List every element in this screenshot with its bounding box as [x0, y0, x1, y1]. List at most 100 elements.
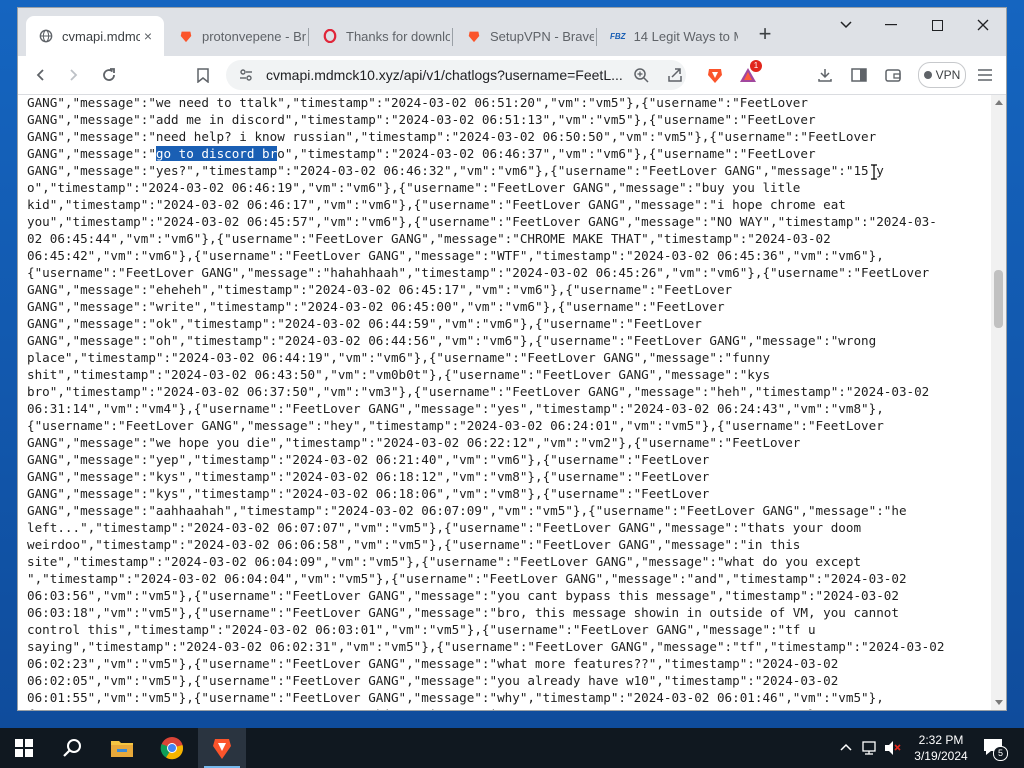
menu-icon[interactable]: [972, 63, 998, 87]
reload-button[interactable]: [96, 63, 122, 87]
json-line[interactable]: 06:01:55","vm":"vm5"},{"username":"FeetL…: [27, 690, 884, 705]
vpn-status-dot-icon: [923, 71, 932, 79]
show-hidden-icons-chevron-icon[interactable]: [840, 740, 852, 754]
search-icon[interactable]: [48, 728, 96, 768]
vpn-label: VPN: [935, 68, 961, 82]
taskbar-clock[interactable]: 2:32 PM 3/19/2024: [906, 732, 976, 764]
json-line[interactable]: 02 06:45:44","vm":"vm6"},{"username":"Fe…: [27, 231, 831, 246]
brave-shields-icon[interactable]: [702, 63, 728, 87]
json-line[interactable]: kid","timestamp":"2024-03-02 06:46:17","…: [27, 197, 846, 212]
json-line[interactable]: you","timestamp":"2024-03-02 06:45:57","…: [27, 214, 937, 229]
brave-lion-icon: [178, 28, 194, 44]
brave-taskbar-icon[interactable]: [198, 728, 246, 768]
url-text[interactable]: cvmapi.mdmck10.xyz/api/v1/chatlogs?usern…: [266, 67, 623, 83]
json-line[interactable]: saying","timestamp":"2024-03-02 06:02:31…: [27, 639, 944, 654]
vpn-button[interactable]: VPN: [918, 62, 966, 88]
globe-icon: [38, 28, 54, 44]
clock-time: 2:32 PM: [918, 733, 964, 747]
json-line[interactable]: GANG","message":"we hope you die","times…: [27, 435, 800, 450]
notifications-icon[interactable]: 5: [982, 736, 1008, 761]
json-line[interactable]: GANG","message":"eheheh","timestamp":"20…: [27, 282, 732, 297]
json-line[interactable]: 06:02:23","vm":"vm5"},{"username":"FeetL…: [27, 656, 838, 671]
zoom-icon[interactable]: [628, 63, 654, 87]
json-line[interactable]: GANG","message":"yes?","timestamp":"2024…: [27, 163, 884, 178]
rewards-badge: 1: [750, 60, 762, 72]
tab-divider: [596, 28, 597, 46]
maximize-button[interactable]: [914, 8, 960, 42]
scroll-down-arrow-icon[interactable]: [995, 700, 1003, 705]
bookmark-icon[interactable]: [190, 63, 216, 87]
json-line[interactable]: {"username":"FeetLover GANG","message":"…: [27, 265, 929, 280]
json-line[interactable]: weirdoo","timestamp":"2024-03-02 06:06:5…: [27, 537, 800, 552]
tab-legit-ways[interactable]: FBZ 14 Legit Ways to M: [598, 16, 738, 56]
forward-button[interactable]: [60, 63, 86, 87]
browser-toolbar: cvmapi.mdmck10.xyz/api/v1/chatlogs?usern…: [18, 56, 1006, 95]
json-line[interactable]: GANG","message":"we need to ttalk","time…: [27, 95, 808, 110]
tab-divider: [308, 28, 309, 46]
network-icon[interactable]: [862, 740, 880, 759]
file-explorer-icon[interactable]: [98, 728, 146, 768]
windows-taskbar: 2:32 PM 3/19/2024 5: [0, 728, 1024, 768]
brave-lion-icon: [466, 28, 482, 44]
json-line[interactable]: {"username":"FeetLover GANG","message":"…: [27, 707, 816, 710]
tab-title: SetupVPN - Brave: [490, 28, 594, 44]
new-tab-button[interactable]: +: [750, 20, 780, 50]
json-line[interactable]: bro","timestamp":"2024-03-02 06:37:50","…: [27, 384, 929, 399]
clock-date: 3/19/2024: [914, 749, 968, 763]
json-line[interactable]: shit","timestamp":"2024-03-02 06:43:50",…: [27, 367, 770, 382]
back-button[interactable]: [28, 63, 54, 87]
json-line[interactable]: ","timestamp":"2024-03-02 06:04:04","vm"…: [27, 571, 907, 586]
tab-chatlogs[interactable]: cvmapi.mdmck10.xyz ×: [26, 16, 164, 56]
json-line[interactable]: 06:45:42","vm":"vm6"},{"username":"FeetL…: [27, 248, 884, 263]
scrollbar-thumb[interactable]: [994, 270, 1003, 328]
json-line[interactable]: 06:03:56","vm":"vm5"},{"username":"FeetL…: [27, 588, 899, 603]
json-line[interactable]: o","timestamp":"2024-03-02 06:46:19","vm…: [27, 180, 800, 195]
json-line[interactable]: GANG","message":"yep","timestamp":"2024-…: [27, 452, 709, 467]
tab-search-chevron-icon[interactable]: [823, 8, 869, 42]
close-window-button[interactable]: [960, 8, 1006, 42]
tab-setupvpn[interactable]: SetupVPN - Brave: [454, 16, 594, 56]
tab-thanks-for-downloading[interactable]: Thanks for downloading: [310, 16, 450, 56]
json-line[interactable]: GANG","message":"add me in discord","tim…: [27, 112, 816, 127]
json-line[interactable]: 06:02:05","vm":"vm5"},{"username":"FeetL…: [27, 673, 838, 688]
json-line[interactable]: GANG","message":"write","timestamp":"202…: [27, 299, 725, 314]
brave-rewards-icon[interactable]: 1: [736, 60, 762, 87]
wallet-icon[interactable]: [880, 63, 906, 87]
site-info-icon[interactable]: [238, 67, 254, 88]
json-line[interactable]: GANG","message":"oh","timestamp":"2024-0…: [27, 333, 876, 348]
json-line[interactable]: GANG","message":"kys","timestamp":"2024-…: [27, 469, 709, 484]
json-line[interactable]: 06:31:14","vm":"vm4"},{"username":"FeetL…: [27, 401, 884, 416]
notification-count-badge: 5: [993, 746, 1008, 761]
volume-muted-icon[interactable]: [884, 740, 902, 759]
share-icon[interactable]: [662, 63, 688, 87]
tab-protonvepene[interactable]: protonvepene - Brave: [166, 16, 306, 56]
close-tab-icon[interactable]: ×: [140, 28, 156, 44]
json-line[interactable]: GANG","message":"aahhaahah","timestamp":…: [27, 503, 907, 518]
tab-title: protonvepene - Brave: [202, 28, 306, 44]
start-button[interactable]: [0, 728, 48, 768]
json-line[interactable]: {"username":"FeetLover GANG","message":"…: [27, 418, 884, 433]
tab-strip: cvmapi.mdmck10.xyz × protonvepene - Brav…: [18, 8, 1006, 56]
json-line[interactable]: control this","timestamp":"2024-03-02 06…: [27, 622, 816, 637]
json-line[interactable]: GANG","message":"kys","timestamp":"2024-…: [27, 486, 709, 501]
json-line[interactable]: GANG","message":"need help? i know russi…: [27, 129, 876, 144]
json-line[interactable]: left...","timestamp":"2024-03-02 06:07:0…: [27, 520, 861, 535]
json-line[interactable]: place","timestamp":"2024-03-02 06:44:19"…: [27, 350, 770, 365]
scroll-up-arrow-icon[interactable]: [995, 100, 1003, 105]
address-bar[interactable]: cvmapi.mdmck10.xyz/api/v1/chatlogs?usern…: [226, 60, 686, 90]
vertical-scrollbar[interactable]: [991, 95, 1006, 710]
page-content[interactable]: GANG","message":"we need to ttalk","time…: [18, 95, 1006, 710]
download-icon[interactable]: [812, 63, 838, 87]
minimize-button[interactable]: [868, 8, 914, 42]
json-line[interactable]: 06:03:18","vm":"vm5"},{"username":"FeetL…: [27, 605, 899, 620]
json-response-text[interactable]: GANG","message":"we need to ttalk","time…: [27, 95, 987, 710]
json-line[interactable]: GANG","message":"go to discord bro","tim…: [27, 146, 816, 161]
selected-text[interactable]: go to discord br: [155, 146, 278, 161]
json-line[interactable]: site","timestamp":"2024-03-02 06:04:09",…: [27, 554, 861, 569]
sidebar-toggle-icon[interactable]: [846, 63, 872, 87]
tab-divider: [452, 28, 453, 46]
json-line[interactable]: GANG","message":"ok","timestamp":"2024-0…: [27, 316, 702, 331]
json-line-text: GANG","message":": [27, 146, 156, 161]
chrome-icon[interactable]: [148, 728, 196, 768]
tab-title: cvmapi.mdmck10.xyz: [62, 28, 140, 44]
